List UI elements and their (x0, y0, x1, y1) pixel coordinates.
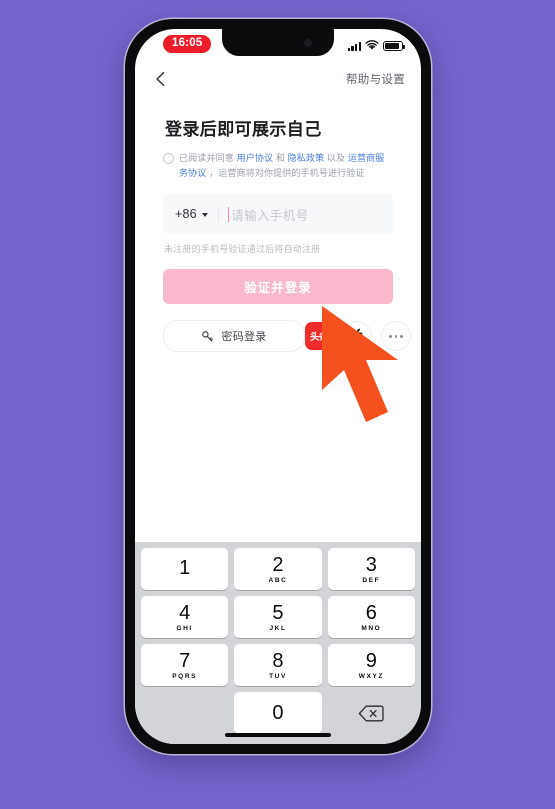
agreement-mid1: 和 (273, 153, 288, 163)
key-digit: 9 (365, 649, 377, 672)
key-digit: 6 (365, 601, 377, 624)
key-letters: PQRS (172, 672, 198, 680)
key-2[interactable]: 2 ABC (234, 548, 322, 590)
key-6[interactable]: 6 MNO (327, 596, 415, 638)
key-blank (141, 692, 228, 734)
keyboard-row: 1 2 ABC 3 DEF (138, 548, 418, 590)
phone-number-input[interactable]: 请输入手机号 (231, 205, 308, 224)
status-time: 16:05 (163, 35, 212, 54)
phone-input-row[interactable]: +86 请输入手机号 (163, 194, 393, 235)
key-0[interactable]: 0 (234, 692, 322, 734)
numeric-keyboard: 1 2 ABC 3 DEF 4 GHI 5 JKL 6 MNO 7 PQRS 8… (135, 542, 421, 744)
key-digit: 0 (272, 702, 284, 724)
alternate-login-row: 密码登录 头条 (163, 320, 411, 353)
key-digit: 5 (272, 601, 284, 624)
signal-bars-icon (347, 41, 361, 51)
key-digit: 7 (179, 649, 191, 672)
key-letters: MNO (361, 624, 382, 632)
agreement-mid2: 以及 (324, 153, 348, 163)
password-login-label: 密码登录 (221, 331, 267, 344)
more-login-options-button[interactable] (381, 321, 411, 352)
delete-key-icon (359, 705, 384, 721)
key-delete[interactable] (328, 692, 415, 734)
user-agreement-link[interactable]: 用户协议 (237, 153, 274, 163)
status-bar: 16:05 (135, 29, 421, 59)
nav-bar: 帮助与设置 (135, 59, 421, 99)
agreement-suffix: ，运营商将对你提供的手机号进行验证 (206, 167, 365, 178)
key-letters: JKL (269, 624, 287, 632)
login-content: 登录后即可展示自己 已阅读并同意 用户协议 和 隐私政策 以及 运营商服务协议 … (135, 99, 421, 542)
toutiao-login-icon[interactable]: 头条 (305, 322, 333, 351)
apple-login-button[interactable] (342, 321, 372, 352)
wifi-icon (365, 40, 379, 50)
country-code-label[interactable]: +86 (175, 207, 197, 221)
key-letters: ABC (268, 576, 288, 584)
key-digit: 8 (272, 649, 284, 672)
chevron-down-icon[interactable] (201, 213, 208, 218)
keyboard-row: 0 (138, 692, 418, 734)
key-5[interactable]: 5 JKL (234, 596, 322, 638)
key-digit: 4 (179, 601, 191, 624)
phone-screen: 16:05 帮助与设置 登录后即可展示自己 已阅读并同意 用户协议 和 隐私政策… (135, 29, 421, 744)
social-login-icons: 头条 (305, 321, 411, 352)
key-9[interactable]: 9 WXYZ (327, 644, 415, 686)
key-digit: 1 (179, 557, 191, 579)
key-1[interactable]: 1 (141, 548, 229, 590)
key-icon (202, 330, 214, 342)
key-letters: TUV (269, 672, 287, 680)
key-digit: 3 (365, 553, 377, 576)
key-3[interactable]: 3 DEF (327, 548, 415, 590)
agreement-row[interactable]: 已阅读并同意 用户协议 和 隐私政策 以及 运营商服务协议 ，运营商将对你提供的… (163, 151, 393, 180)
key-7[interactable]: 7 PQRS (141, 644, 229, 686)
back-chevron-icon[interactable] (151, 69, 171, 89)
page-title: 登录后即可展示自己 (165, 120, 322, 139)
text-cursor (227, 206, 230, 222)
agreement-prefix: 已阅读并同意 (179, 153, 237, 163)
password-login-button[interactable]: 密码登录 (163, 320, 305, 353)
status-icons (347, 38, 405, 51)
key-letters: DEF (362, 576, 381, 584)
key-letters: GHI (176, 624, 193, 632)
key-4[interactable]: 4 GHI (141, 596, 229, 638)
auto-register-hint: 未注册的手机号验证通过后将自动注册 (164, 244, 321, 255)
key-letters: WXYZ (358, 672, 384, 680)
help-and-settings-link[interactable]: 帮助与设置 (346, 71, 405, 87)
keyboard-row: 7 PQRS 8 TUV 9 WXYZ (138, 644, 418, 686)
privacy-policy-link[interactable]: 隐私政策 (288, 153, 325, 163)
agreement-radio[interactable] (163, 152, 174, 164)
key-digit: 2 (272, 553, 284, 576)
home-indicator (225, 733, 331, 737)
apple-icon (350, 328, 364, 344)
input-divider (217, 206, 219, 222)
battery-icon (383, 41, 405, 51)
verify-and-login-button[interactable]: 验证并登录 (163, 269, 393, 305)
key-8[interactable]: 8 TUV (234, 644, 322, 686)
agreement-text: 已阅读并同意 用户协议 和 隐私政策 以及 运营商服务协议 ，运营商将对你提供的… (179, 151, 393, 180)
keyboard-row: 4 GHI 5 JKL 6 MNO (138, 596, 418, 638)
more-dots-icon (389, 334, 403, 338)
